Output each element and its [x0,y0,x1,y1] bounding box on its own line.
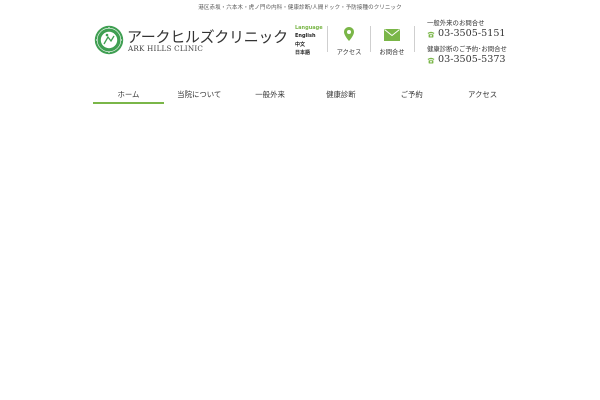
general-outpatient-phone-number: 03-3505-5151 [438,28,506,39]
health-checkup-phone[interactable]: 03-3505-5373 [427,54,507,66]
nav-item-access[interactable]: アクセス [447,88,518,106]
general-outpatient-label: 一般外来のお問合せ [427,19,485,27]
health-checkup-label: 健康診断のご予約･お問合せ [427,45,507,53]
nav-item-home[interactable]: ホーム [93,88,164,106]
main-navigation: ホーム 当院について 一般外来 健康診断 ご予約 アクセス [93,88,518,106]
header-divider [370,26,371,52]
header-divider [414,26,415,52]
nav-item-about[interactable]: 当院について [164,88,235,106]
phone-icon [427,31,435,37]
access-button[interactable]: アクセス [333,26,365,56]
nav-item-reservation[interactable]: ご予約 [376,88,447,106]
language-chinese-link[interactable]: 中文 [295,41,325,49]
site-tagline: 港区赤坂・六本木・虎ノ門の内科・健康診断/人間ドック・予防接種のクリニック [198,5,402,11]
mail-icon [384,29,400,41]
contact-info: 一般外来のお問合せ 03-3505-5151 健康診断のご予約･お問合せ 03-… [427,19,507,66]
language-heading: Language [295,25,323,31]
language-japanese-link[interactable]: 日本語 [295,49,325,57]
general-outpatient-phone[interactable]: 03-3505-5151 [427,28,507,40]
access-button-label: アクセス [336,49,362,56]
clinic-logo[interactable] [94,25,124,55]
nav-item-health-checkup[interactable]: 健康診断 [305,88,376,106]
clinic-name-en: ARK HILLS CLINIC [128,44,204,53]
health-checkup-phone-number: 03-3505-5373 [438,54,506,65]
language-english-link[interactable]: English [295,32,325,40]
language-switcher: Language English 中文 日本語 [295,24,325,57]
inquiry-button-label: お問合せ [379,49,405,56]
header-divider [327,26,328,52]
phone-icon [427,57,435,63]
nav-item-general-outpatient[interactable]: 一般外来 [235,88,306,106]
map-pin-icon [344,27,354,41]
inquiry-button[interactable]: お問合せ [376,26,408,56]
